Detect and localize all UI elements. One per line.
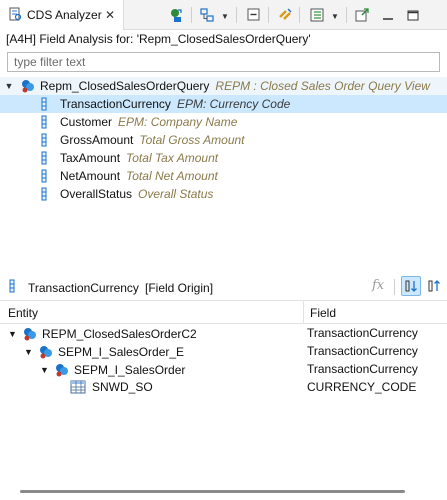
tree-field-item[interactable]: Customer EPM: Company Name <box>0 113 447 131</box>
column-header-field[interactable]: Field <box>310 306 336 320</box>
cds-view-icon <box>22 326 38 342</box>
field-origin-bar: TransactionCurrency [Field Origin] fx <box>0 276 447 298</box>
cds-view-icon <box>54 362 70 378</box>
bottom-up-button[interactable] <box>424 276 444 296</box>
field-icon <box>40 151 48 165</box>
field-icon <box>40 115 48 129</box>
chevron-down-icon[interactable]: ▼ <box>221 12 229 21</box>
list-icon <box>310 8 324 22</box>
table-row[interactable]: ▼ SEPM_I_SalesOrder TransactionCurrency <box>0 360 447 378</box>
chevron-down-icon[interactable]: ▼ <box>331 12 339 21</box>
field-value: TransactionCurrency <box>307 344 418 358</box>
tree-field-item[interactable]: TaxAmount Total Tax Amount <box>0 149 447 167</box>
field-value: CURRENCY_CODE <box>307 380 417 394</box>
field-name: GrossAmount <box>60 133 134 147</box>
cds-view-icon <box>20 78 36 94</box>
sort-down-icon <box>405 280 417 292</box>
tree-root-item[interactable]: ▼ Repm_ClosedSalesOrderQuery REPM : Clos… <box>0 77 447 95</box>
maximize-button[interactable] <box>402 4 424 26</box>
refresh-analysis-button[interactable] <box>165 4 187 26</box>
top-down-button[interactable] <box>401 276 421 296</box>
field-name: TransactionCurrency <box>60 97 171 111</box>
collapse-all-icon <box>247 8 260 21</box>
display-options-button[interactable] <box>306 4 328 26</box>
field-icon <box>40 97 48 111</box>
tree-field-item[interactable]: GrossAmount Total Gross Amount <box>0 131 447 149</box>
root-view-name: Repm_ClosedSalesOrderQuery <box>40 79 210 93</box>
analysis-mode-button[interactable] <box>196 4 218 26</box>
column-divider[interactable] <box>303 300 304 324</box>
origin-field-name: TransactionCurrency <box>28 281 139 295</box>
field-name: OverallStatus <box>60 187 133 201</box>
root-view-description: REPM : Closed Sales Order Query View <box>215 79 430 93</box>
field-icon <box>40 133 48 147</box>
sort-up-icon <box>428 280 440 292</box>
chevron-down-icon[interactable]: ▼ <box>24 347 34 357</box>
field-icon <box>8 279 16 293</box>
table-row[interactable]: ▼ REPM_ClosedSalesOrderC2 TransactionCur… <box>0 324 447 342</box>
chevron-down-icon[interactable]: ▼ <box>8 329 18 339</box>
link-icon <box>279 8 292 20</box>
tree-field-item[interactable]: TransactionCurrency EPM: Currency Code <box>0 95 447 113</box>
new-window-button[interactable] <box>351 4 373 26</box>
field-name: Customer <box>60 115 113 129</box>
maximize-icon <box>407 10 419 21</box>
column-header-entity[interactable]: Entity <box>8 306 38 320</box>
chevron-down-icon[interactable]: ▼ <box>4 81 14 91</box>
minimize-icon <box>383 18 393 20</box>
table-row[interactable]: SNWD_SO CURRENCY_CODE <box>0 378 447 396</box>
horizontal-scrollbar[interactable] <box>0 482 447 500</box>
field-description: EPM: Currency Code <box>176 97 291 111</box>
view-tab-bar: CDS Analyzer ✕ ▼ ▼ <box>0 0 447 30</box>
scrollbar-thumb[interactable] <box>20 490 405 493</box>
tree-field-item[interactable]: OverallStatus Overall Status <box>0 185 447 203</box>
minimize-button[interactable] <box>377 4 399 26</box>
tab-cds-analyzer[interactable]: CDS Analyzer ✕ <box>0 0 124 30</box>
origin-table-header: Entity Field <box>0 300 447 324</box>
refresh-icon <box>171 9 182 22</box>
cds-view-icon <box>38 344 54 360</box>
filter-input[interactable] <box>7 52 440 72</box>
field-value: TransactionCurrency <box>307 362 418 376</box>
field-value: TransactionCurrency <box>307 326 418 340</box>
field-name: NetAmount <box>60 169 121 183</box>
entity-name: REPM_ClosedSalesOrderC2 <box>42 327 197 341</box>
table-row[interactable]: ▼ SEPM_I_SalesOrder_E TransactionCurrenc… <box>0 342 447 360</box>
field-description: Overall Status <box>138 187 214 201</box>
database-table-icon <box>70 380 86 394</box>
cds-analyzer-icon <box>8 7 22 24</box>
origin-mode-label: [Field Origin] <box>145 281 214 295</box>
field-description: EPM: Company Name <box>118 115 238 129</box>
entity-name: SNWD_SO <box>92 380 153 394</box>
close-icon[interactable]: ✕ <box>105 8 115 22</box>
field-icon <box>40 169 48 183</box>
cds-analyzer-view: CDS Analyzer ✕ ▼ ▼ [A4H] Field Analysis … <box>0 0 447 500</box>
entity-name: SEPM_I_SalesOrder <box>74 363 186 377</box>
chevron-down-icon[interactable]: ▼ <box>40 365 50 375</box>
field-description: Total Tax Amount <box>126 151 219 165</box>
field-description: Total Gross Amount <box>139 133 245 147</box>
tab-label: CDS Analyzer <box>27 8 102 22</box>
field-description: Total Net Amount <box>126 169 218 183</box>
entity-name: SEPM_I_SalesOrder_E <box>58 345 185 359</box>
collapse-all-button[interactable] <box>243 4 265 26</box>
analysis-heading: [A4H] Field Analysis for: 'Repm_ClosedSa… <box>6 32 311 46</box>
field-name: TaxAmount <box>60 151 121 165</box>
hierarchy-icon <box>200 8 214 22</box>
field-icon <box>40 187 48 201</box>
tree-field-item[interactable]: NetAmount Total Net Amount <box>0 167 447 185</box>
export-icon <box>355 8 369 22</box>
link-with-editor-button[interactable] <box>274 4 296 26</box>
formula-icon[interactable]: fx <box>372 278 384 293</box>
